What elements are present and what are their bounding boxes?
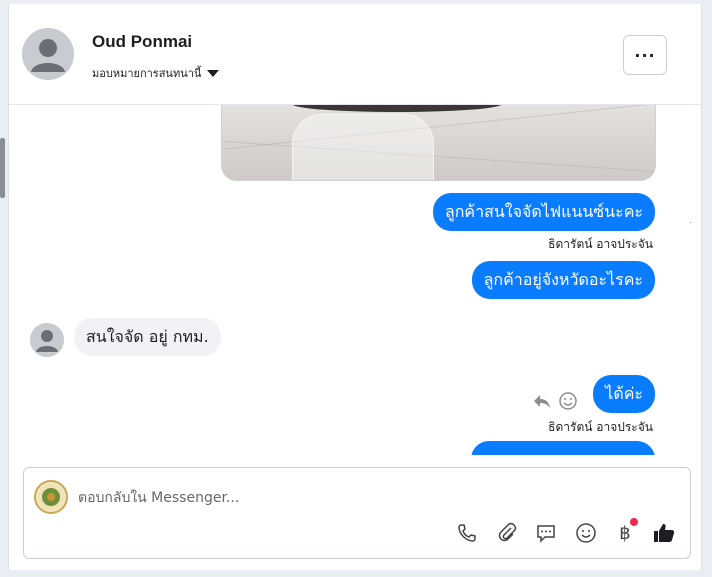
assign-label: มอบหมายการสนทนานี้ xyxy=(92,67,202,80)
default-person-icon xyxy=(30,323,64,357)
contact-name[interactable]: Oud Ponmai xyxy=(92,32,192,52)
message-thread: ลูกค้าสนใจจัดไฟแนนซ์นะคะ ธิดารัตน์ อาจปร… xyxy=(9,105,691,455)
reply-composer[interactable]: ตอบกลับใน Messenger... ฿ xyxy=(23,467,691,559)
chat-bubble-icon[interactable] xyxy=(533,520,559,546)
default-person-icon xyxy=(22,28,74,80)
page-emblem-icon xyxy=(38,484,64,510)
paperclip-icon[interactable] xyxy=(494,520,520,546)
reply-input[interactable]: ตอบกลับใน Messenger... xyxy=(78,487,239,509)
right-window-edge xyxy=(702,0,712,577)
message-bubble-incoming[interactable]: สนใจจัด อยู่ กทม. xyxy=(74,318,221,356)
assign-conversation-dropdown[interactable]: มอบหมายการสนทนานี้ xyxy=(92,64,220,82)
payment-baht-icon[interactable]: ฿ xyxy=(612,518,638,546)
chevron-down-icon xyxy=(207,69,220,77)
react-emoji-icon[interactable] xyxy=(558,391,578,411)
page-logo xyxy=(34,480,68,514)
message-bubble-outgoing-partial[interactable] xyxy=(471,441,655,455)
photo-object xyxy=(292,114,434,180)
conversation-header: Oud Ponmai มอบหมายการสนทนานี้ ··· xyxy=(9,4,701,105)
thumbs-up-icon[interactable] xyxy=(651,520,677,546)
message-bubble-outgoing[interactable]: ลูกค้าสนใจจัดไฟแนนซ์นะคะ xyxy=(432,193,655,231)
image-attachment[interactable] xyxy=(221,105,656,181)
more-options-button[interactable]: ··· xyxy=(623,35,667,75)
scroll-up-arrow-icon[interactable] xyxy=(689,215,691,225)
contact-avatar-small xyxy=(30,323,64,357)
photo-object xyxy=(292,105,502,112)
photo-floor-line xyxy=(222,140,655,173)
sender-name: ธิดารัตน์ อาจประจัน xyxy=(548,237,653,251)
phone-icon[interactable] xyxy=(454,520,480,546)
conversation-panel: Oud Ponmai มอบหมายการสนทนานี้ ··· ลูกค้า… xyxy=(8,4,702,570)
photo-floor-line xyxy=(223,105,654,150)
notification-dot xyxy=(630,518,638,526)
left-window-edge xyxy=(0,0,8,577)
contact-avatar[interactable] xyxy=(22,28,74,80)
message-bubble-outgoing[interactable]: ได้ค่ะ xyxy=(593,375,655,413)
reply-icon[interactable] xyxy=(532,391,552,411)
message-bubble-outgoing[interactable]: ลูกค้าอยู่จังหวัดอะไรคะ xyxy=(471,261,655,299)
emoji-icon[interactable] xyxy=(573,520,599,546)
sender-name: ธิดารัตน์ อาจประจัน xyxy=(548,420,653,434)
outer-scrollbar-thumb[interactable] xyxy=(0,138,5,198)
